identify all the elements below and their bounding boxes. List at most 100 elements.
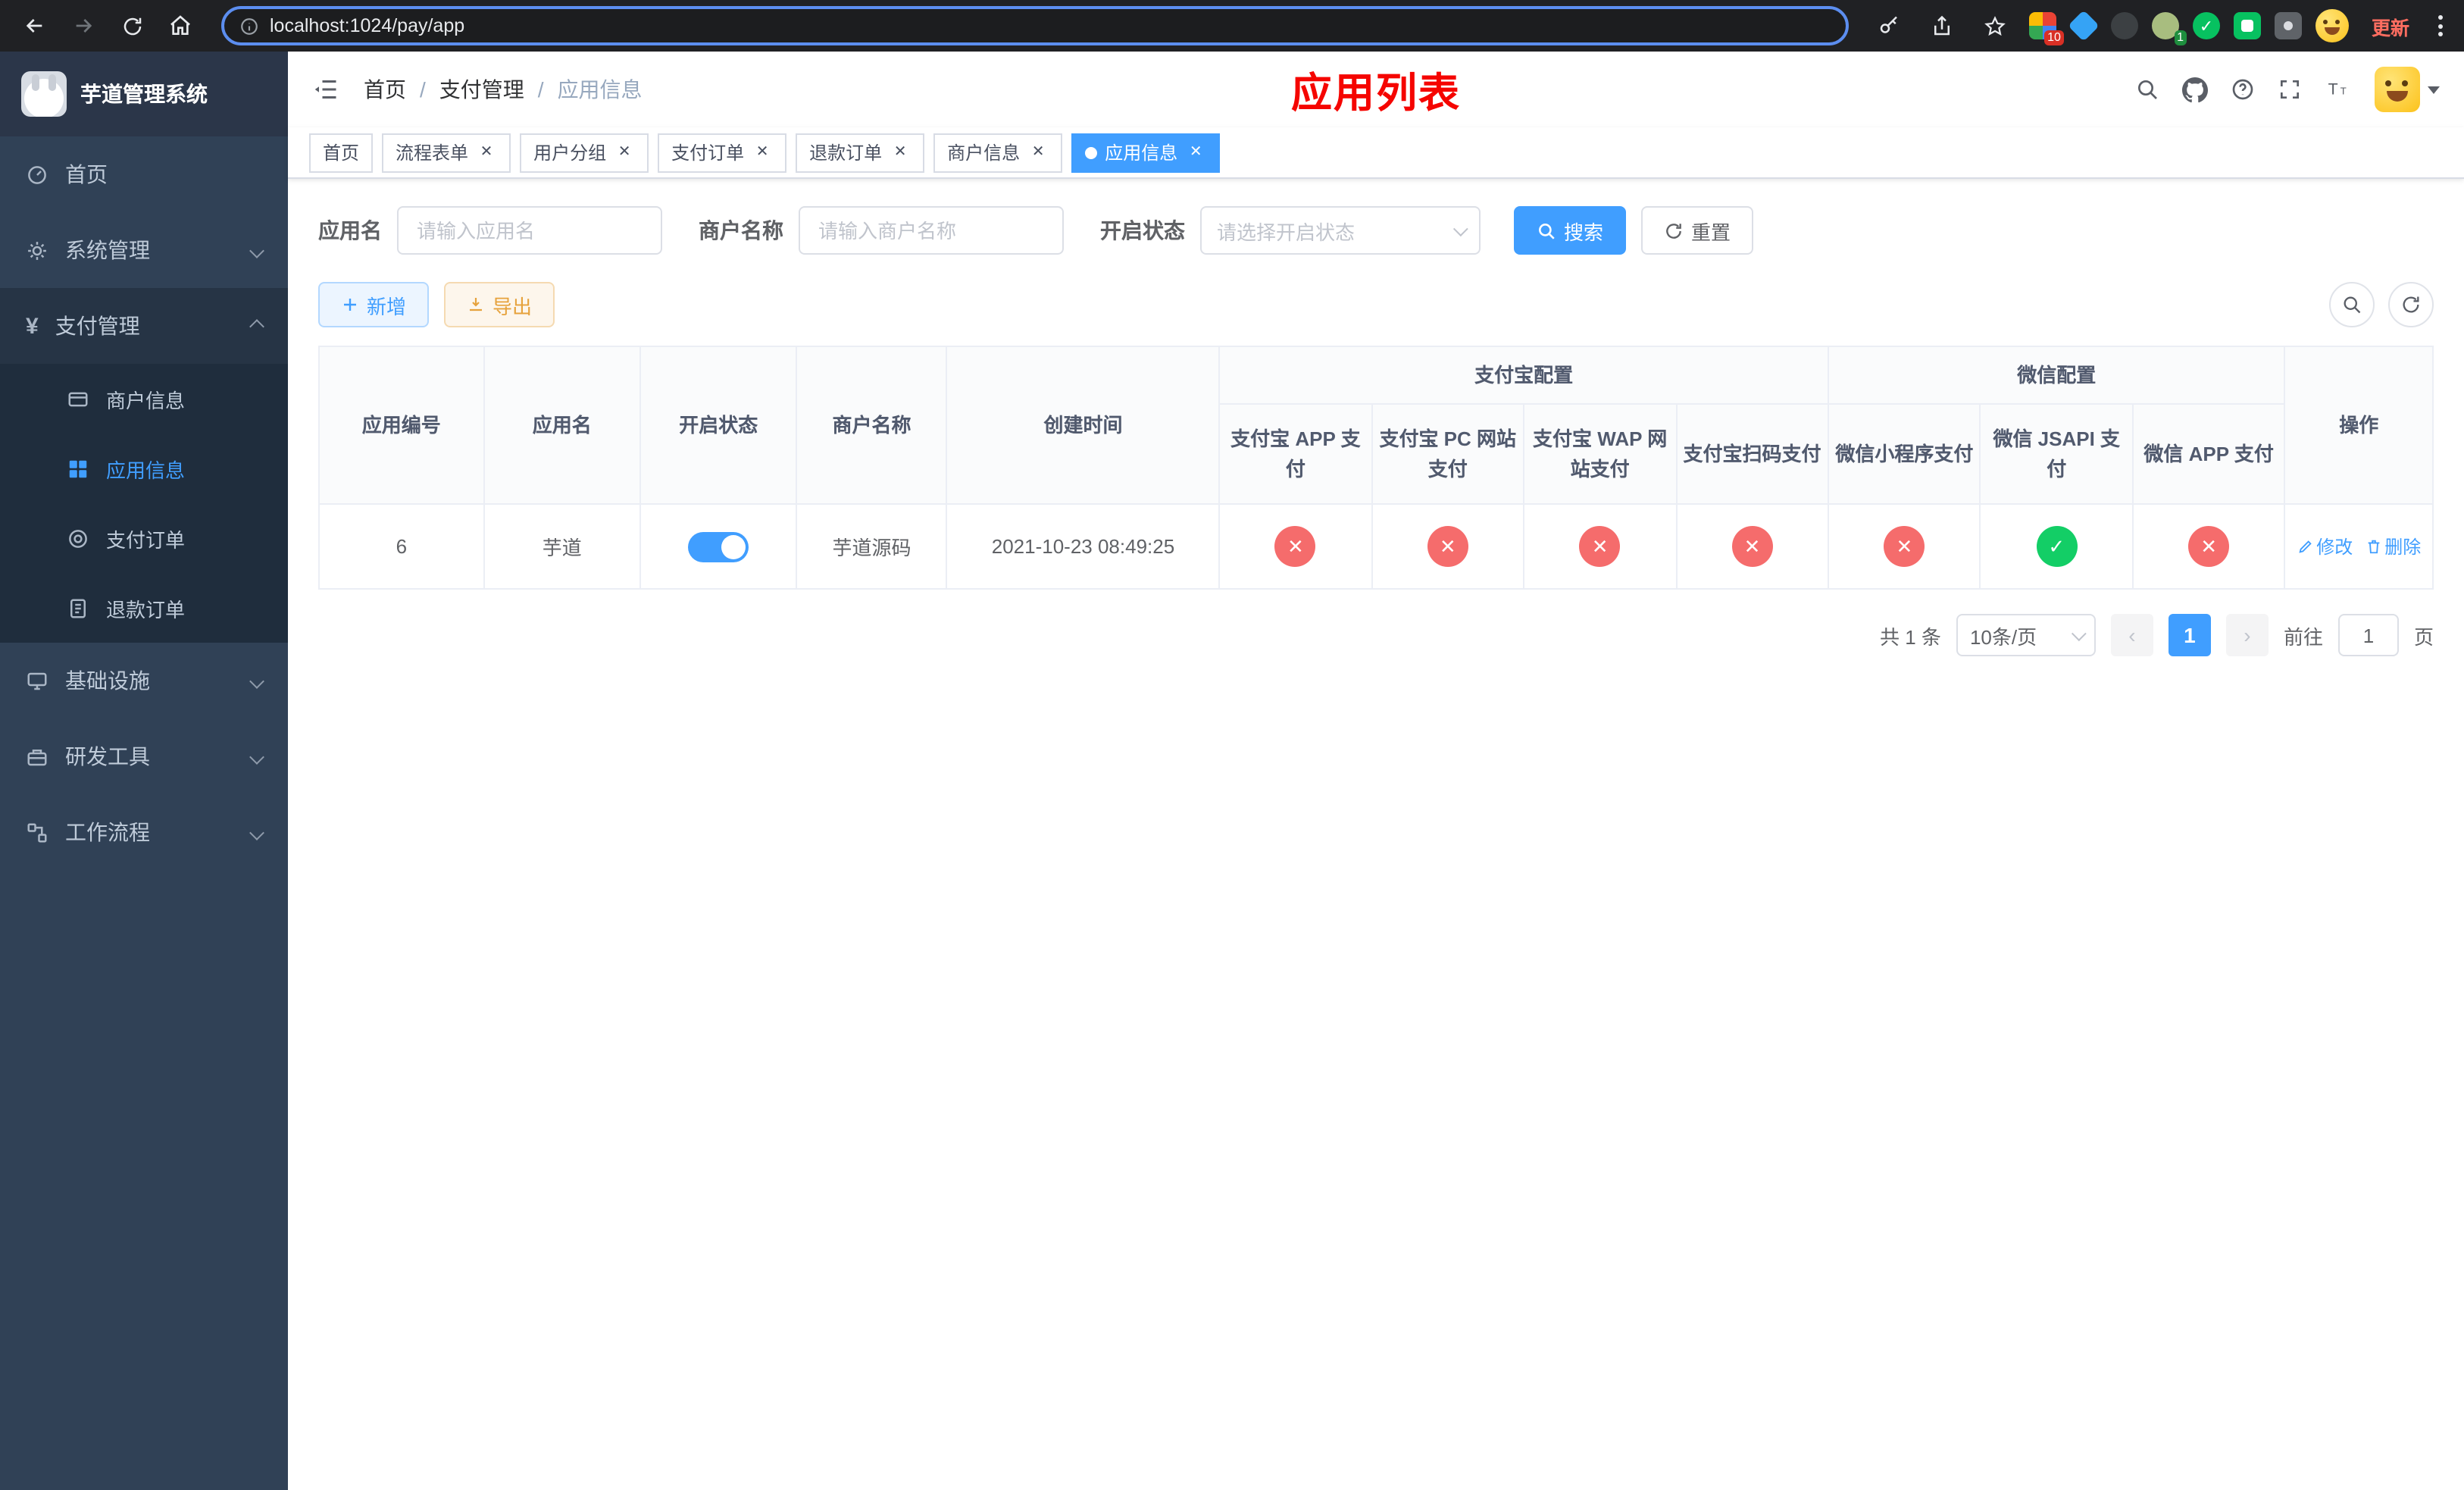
chevron-down-icon — [249, 749, 264, 764]
col-app-name: 应用名 — [483, 346, 642, 505]
sidebar-collapse-icon[interactable] — [312, 76, 339, 103]
breadcrumb-pay[interactable]: 支付管理 — [439, 74, 524, 105]
tab-process-form[interactable]: 流程表单 ✕ — [382, 133, 511, 172]
app-logo-row[interactable]: 芋道管理系统 — [0, 52, 288, 136]
table-toolbar: 新增 导出 — [318, 282, 2434, 327]
user-avatar-menu[interactable] — [2375, 67, 2440, 112]
breadcrumb-home[interactable]: 首页 — [364, 74, 406, 105]
refresh-table-icon[interactable] — [2388, 282, 2434, 327]
workflow-icon — [26, 821, 48, 844]
close-icon[interactable]: ✕ — [1185, 142, 1206, 163]
sidebar-item-label: 商户信息 — [106, 389, 186, 412]
extension-pin-icon[interactable] — [2274, 12, 2302, 39]
sidebar-item-refund-order[interactable]: 退款订单 — [0, 573, 288, 643]
sidebar-item-merchant-info[interactable]: 商户信息 — [0, 364, 288, 434]
sidebar-item-label: 退款订单 — [106, 598, 186, 621]
tab-label: 首页 — [323, 142, 360, 164]
delete-link[interactable]: 删除 — [2365, 534, 2421, 559]
sidebar-item-devtools[interactable]: 研发工具 — [0, 718, 288, 794]
close-icon[interactable]: ✕ — [752, 142, 773, 163]
page-size-select[interactable]: 10条/页 — [1956, 614, 2096, 656]
chevron-down-icon — [249, 825, 264, 840]
close-icon[interactable]: ✕ — [476, 142, 497, 163]
browser-reload-icon[interactable] — [112, 6, 152, 45]
alipay-qr-status-icon — [1731, 526, 1773, 567]
edit-link[interactable]: 修改 — [2297, 534, 2353, 559]
sidebar-item-home[interactable]: 首页 — [0, 136, 288, 212]
search-button[interactable]: 搜索 — [1514, 206, 1627, 255]
close-icon[interactable]: ✕ — [1027, 142, 1049, 163]
browser-chrome: localhost:1024/pay/app 10 1 ✓ 更新 — [0, 0, 2464, 52]
prev-page-button[interactable]: ‹ — [2110, 614, 2153, 656]
tab-pay-order[interactable]: 支付订单 ✕ — [658, 133, 787, 172]
status-select[interactable]: 请选择开启状态 — [1200, 206, 1481, 255]
tab-label: 流程表单 — [396, 142, 469, 164]
browser-menu-icon[interactable] — [2432, 9, 2449, 42]
extension-grid-icon[interactable]: 10 — [2028, 12, 2064, 45]
close-icon[interactable]: ✕ — [890, 142, 911, 163]
merchant-name-input[interactable] — [799, 206, 1064, 255]
wechat-jsapi-status-icon — [2036, 526, 2078, 567]
share-icon[interactable] — [1923, 6, 1962, 45]
browser-actions: 10 1 ✓ 更新 — [1870, 6, 2449, 45]
extension-profile-icon[interactable]: 1 — [2151, 12, 2187, 45]
search-icon[interactable] — [2135, 77, 2159, 102]
app-title: 芋道管理系统 — [80, 82, 208, 106]
current-page-button[interactable]: 1 — [2168, 614, 2211, 656]
password-key-icon[interactable] — [1870, 6, 1909, 45]
tab-merchant-info[interactable]: 商户信息 ✕ — [933, 133, 1063, 172]
font-size-icon[interactable]: TT — [2325, 77, 2352, 102]
yen-icon: ¥ — [26, 313, 39, 339]
tab-home[interactable]: 首页 — [309, 133, 374, 172]
status-toggle[interactable] — [688, 531, 749, 562]
sidebar-item-pay[interactable]: ¥ 支付管理 — [0, 288, 288, 364]
close-icon[interactable]: ✕ — [614, 142, 635, 163]
help-icon[interactable] — [2231, 77, 2255, 102]
app-table: 应用编号 应用名 开启状态 商户名称 创建时间 支付宝配置 微信配置 操作 支付… — [318, 346, 2434, 590]
sidebar-item-app-info[interactable]: 应用信息 — [0, 434, 288, 503]
export-button[interactable]: 导出 — [444, 282, 555, 327]
extension-check-icon[interactable]: ✓ — [2192, 12, 2220, 39]
next-page-button[interactable]: › — [2225, 614, 2269, 656]
col-create-time: 创建时间 — [946, 346, 1221, 505]
toggle-search-icon[interactable] — [2329, 282, 2375, 327]
tab-app-info[interactable]: 应用信息 ✕ — [1071, 133, 1221, 172]
col-app-id: 应用编号 — [318, 346, 485, 505]
cell-app-name: 芋道 — [483, 503, 642, 590]
monitor-icon — [26, 669, 48, 692]
col-wechat-mini: 微信小程序支付 — [1827, 403, 1981, 505]
sidebar-item-workflow[interactable]: 工作流程 — [0, 794, 288, 870]
col-alipay-qr: 支付宝扫码支付 — [1675, 403, 1829, 505]
sidebar-item-pay-order[interactable]: 支付订单 — [0, 503, 288, 573]
total-count: 共 1 条 — [1880, 625, 1941, 648]
url-bar[interactable]: localhost:1024/pay/app — [221, 6, 1849, 45]
browser-home-icon[interactable] — [161, 6, 200, 45]
url-text: localhost:1024/pay/app — [270, 15, 465, 36]
browser-forward-icon[interactable] — [64, 6, 103, 45]
reset-button[interactable]: 重置 — [1641, 206, 1754, 255]
tab-label: 用户分组 — [533, 142, 607, 164]
sidebar-item-infra[interactable]: 基础设施 — [0, 643, 288, 718]
col-alipay-app: 支付宝 APP 支付 — [1218, 403, 1373, 505]
sidebar-item-system[interactable]: 系统管理 — [0, 212, 288, 288]
github-icon[interactable] — [2182, 77, 2208, 102]
trash-icon — [2367, 540, 2379, 554]
sidebar-item-label: 工作流程 — [65, 820, 150, 844]
goto-page-input[interactable] — [2337, 614, 2399, 656]
tab-refund-order[interactable]: 退款订单 ✕ — [796, 133, 925, 172]
pagination: 共 1 条 10条/页 ‹ 1 › 前往 页 — [318, 614, 2434, 656]
chrome-update-button[interactable]: 更新 — [2362, 7, 2419, 45]
browser-back-icon[interactable] — [15, 6, 55, 45]
site-info-icon[interactable] — [239, 16, 259, 36]
plus-icon — [344, 299, 356, 311]
fullscreen-icon[interactable] — [2278, 77, 2302, 102]
col-wechat-jsapi: 微信 JSAPI 支付 — [1979, 403, 2134, 505]
bookmark-star-icon[interactable] — [1976, 6, 2015, 45]
add-button[interactable]: 新增 — [318, 282, 430, 327]
tab-user-group[interactable]: 用户分组 ✕ — [520, 133, 649, 172]
app-name-input[interactable] — [397, 206, 662, 255]
extension-diamond-icon[interactable] — [2068, 10, 2100, 42]
browser-profile-avatar[interactable] — [2315, 9, 2349, 42]
extension-chat-icon[interactable] — [2233, 12, 2261, 39]
extension-dark-icon[interactable] — [2110, 12, 2138, 39]
